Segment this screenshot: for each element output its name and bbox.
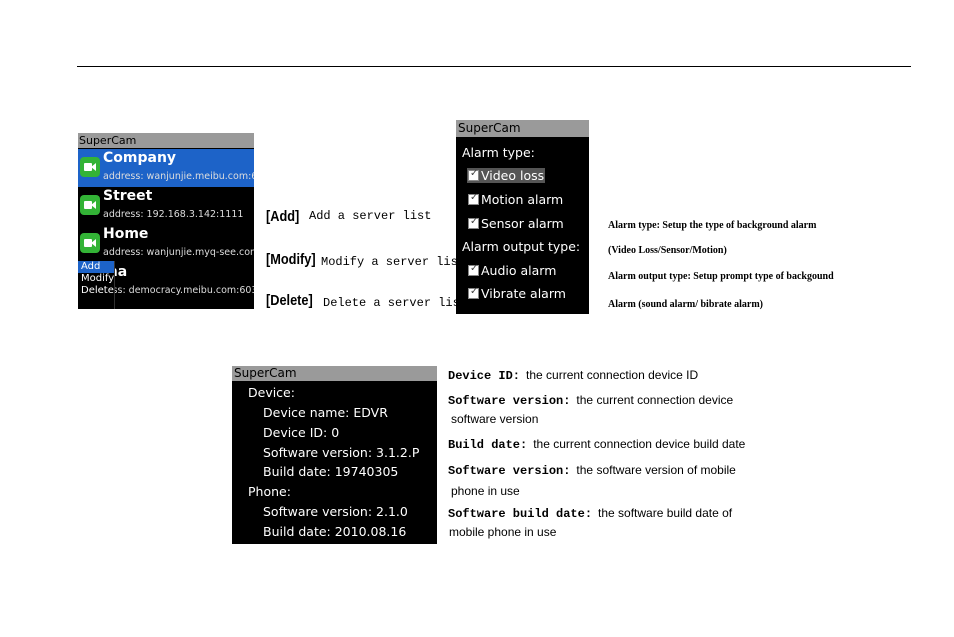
definition-phone-software-version-cont: phone in use (451, 484, 520, 498)
server-address: address: 192.168.3.142:1111 (103, 209, 244, 220)
server-item-company[interactable]: Company address: wanjunjie.meibu.com:605… (78, 149, 254, 187)
alarm-note-3: Alarm output type: Setup prompt type of … (608, 271, 834, 282)
app-title: SuperCam (232, 366, 437, 381)
definition-software-build-date: Software build date: the software build d… (448, 506, 733, 521)
checkbox-sensor-alarm[interactable]: Sensor alarm (468, 216, 564, 231)
checkbox-vibrate-alarm[interactable]: Vibrate alarm (468, 286, 566, 301)
add-label: [Add] (266, 208, 300, 225)
phone-heading: Phone: (248, 484, 291, 499)
alarm-output-heading: Alarm output type: (462, 239, 581, 254)
app-title: SuperCam (78, 133, 254, 148)
checkbox-icon (468, 216, 479, 229)
server-list-screenshot: SuperCam Company address: wanjunjie.meib… (78, 133, 254, 309)
camera-icon (80, 157, 100, 177)
menu-add[interactable]: Add (78, 261, 114, 273)
alarm-type-heading: Alarm type: (462, 145, 535, 160)
phone-build-date: Build date: 2010.08.16 (263, 524, 407, 539)
definition-phone-software-version: Software version: the software version of… (448, 463, 736, 478)
definition-device-id: Device ID: the current connection device … (448, 368, 699, 383)
menu-modify[interactable]: Modify (78, 273, 114, 285)
definition-software-version: Software version: the current connection … (448, 393, 734, 408)
delete-description: Delete a server list (323, 296, 468, 310)
server-address: address: wanjunjie.myq-see.com:6058 (103, 247, 254, 258)
checkbox-video-loss[interactable]: Video loss (467, 168, 546, 183)
alarm-note-2: (Video Loss/Sensor/Motion) (608, 245, 727, 256)
server-item-home[interactable]: Home address: wanjunjie.myq-see.com:6058 (78, 225, 254, 263)
modify-description: Modify a server list (321, 255, 466, 269)
checkbox-icon (468, 263, 479, 276)
server-name: Home (103, 226, 149, 242)
server-address: address: wanjunjie.meibu.com:6058 (103, 171, 254, 182)
delete-label: [Delete] (266, 292, 313, 309)
checkbox-motion-alarm[interactable]: Motion alarm (468, 192, 563, 207)
alarm-screenshot: SuperCam Alarm type: Video loss Motion a… (456, 120, 589, 314)
phone-software-version: Software version: 2.1.0 (263, 504, 408, 519)
definition-build-date: Build date: the current connection device… (448, 437, 746, 452)
checkbox-icon (468, 192, 479, 205)
definition-software-version-cont: software version (451, 412, 539, 426)
device-heading: Device: (248, 385, 295, 400)
device-software-version: Software version: 3.1.2.P (263, 445, 420, 460)
alarm-note-1: Alarm type: Setup the type of background… (608, 220, 817, 231)
camera-icon (80, 233, 100, 253)
definition-software-build-date-cont: mobile phone in use (449, 525, 557, 539)
server-address: ress: democracy.meibu.com:6037 (103, 285, 254, 296)
app-title: SuperCam (456, 120, 589, 137)
device-info-screenshot: SuperCam Device: Device name: EDVR Devic… (232, 366, 437, 544)
camera-icon (80, 195, 100, 215)
add-description: Add a server list (309, 209, 432, 223)
server-item-street[interactable]: Street address: 192.168.3.142:1111 (78, 187, 254, 225)
device-build-date: Build date: 19740305 (263, 464, 399, 479)
checkbox-icon (468, 168, 479, 181)
device-name: Device name: EDVR (263, 405, 388, 420)
header-rule (77, 66, 911, 67)
alarm-note-4: Alarm (sound alarm/ bibrate alarm) (608, 299, 763, 310)
context-menu: Add Modify Delete (78, 261, 115, 309)
menu-delete[interactable]: Delete (78, 285, 114, 297)
server-name: Company (103, 150, 177, 166)
device-id: Device ID: 0 (263, 425, 340, 440)
modify-label: [Modify] (266, 251, 316, 268)
checkbox-audio-alarm[interactable]: Audio alarm (468, 263, 556, 278)
server-name: Street (103, 188, 153, 204)
checkbox-icon (468, 286, 479, 299)
